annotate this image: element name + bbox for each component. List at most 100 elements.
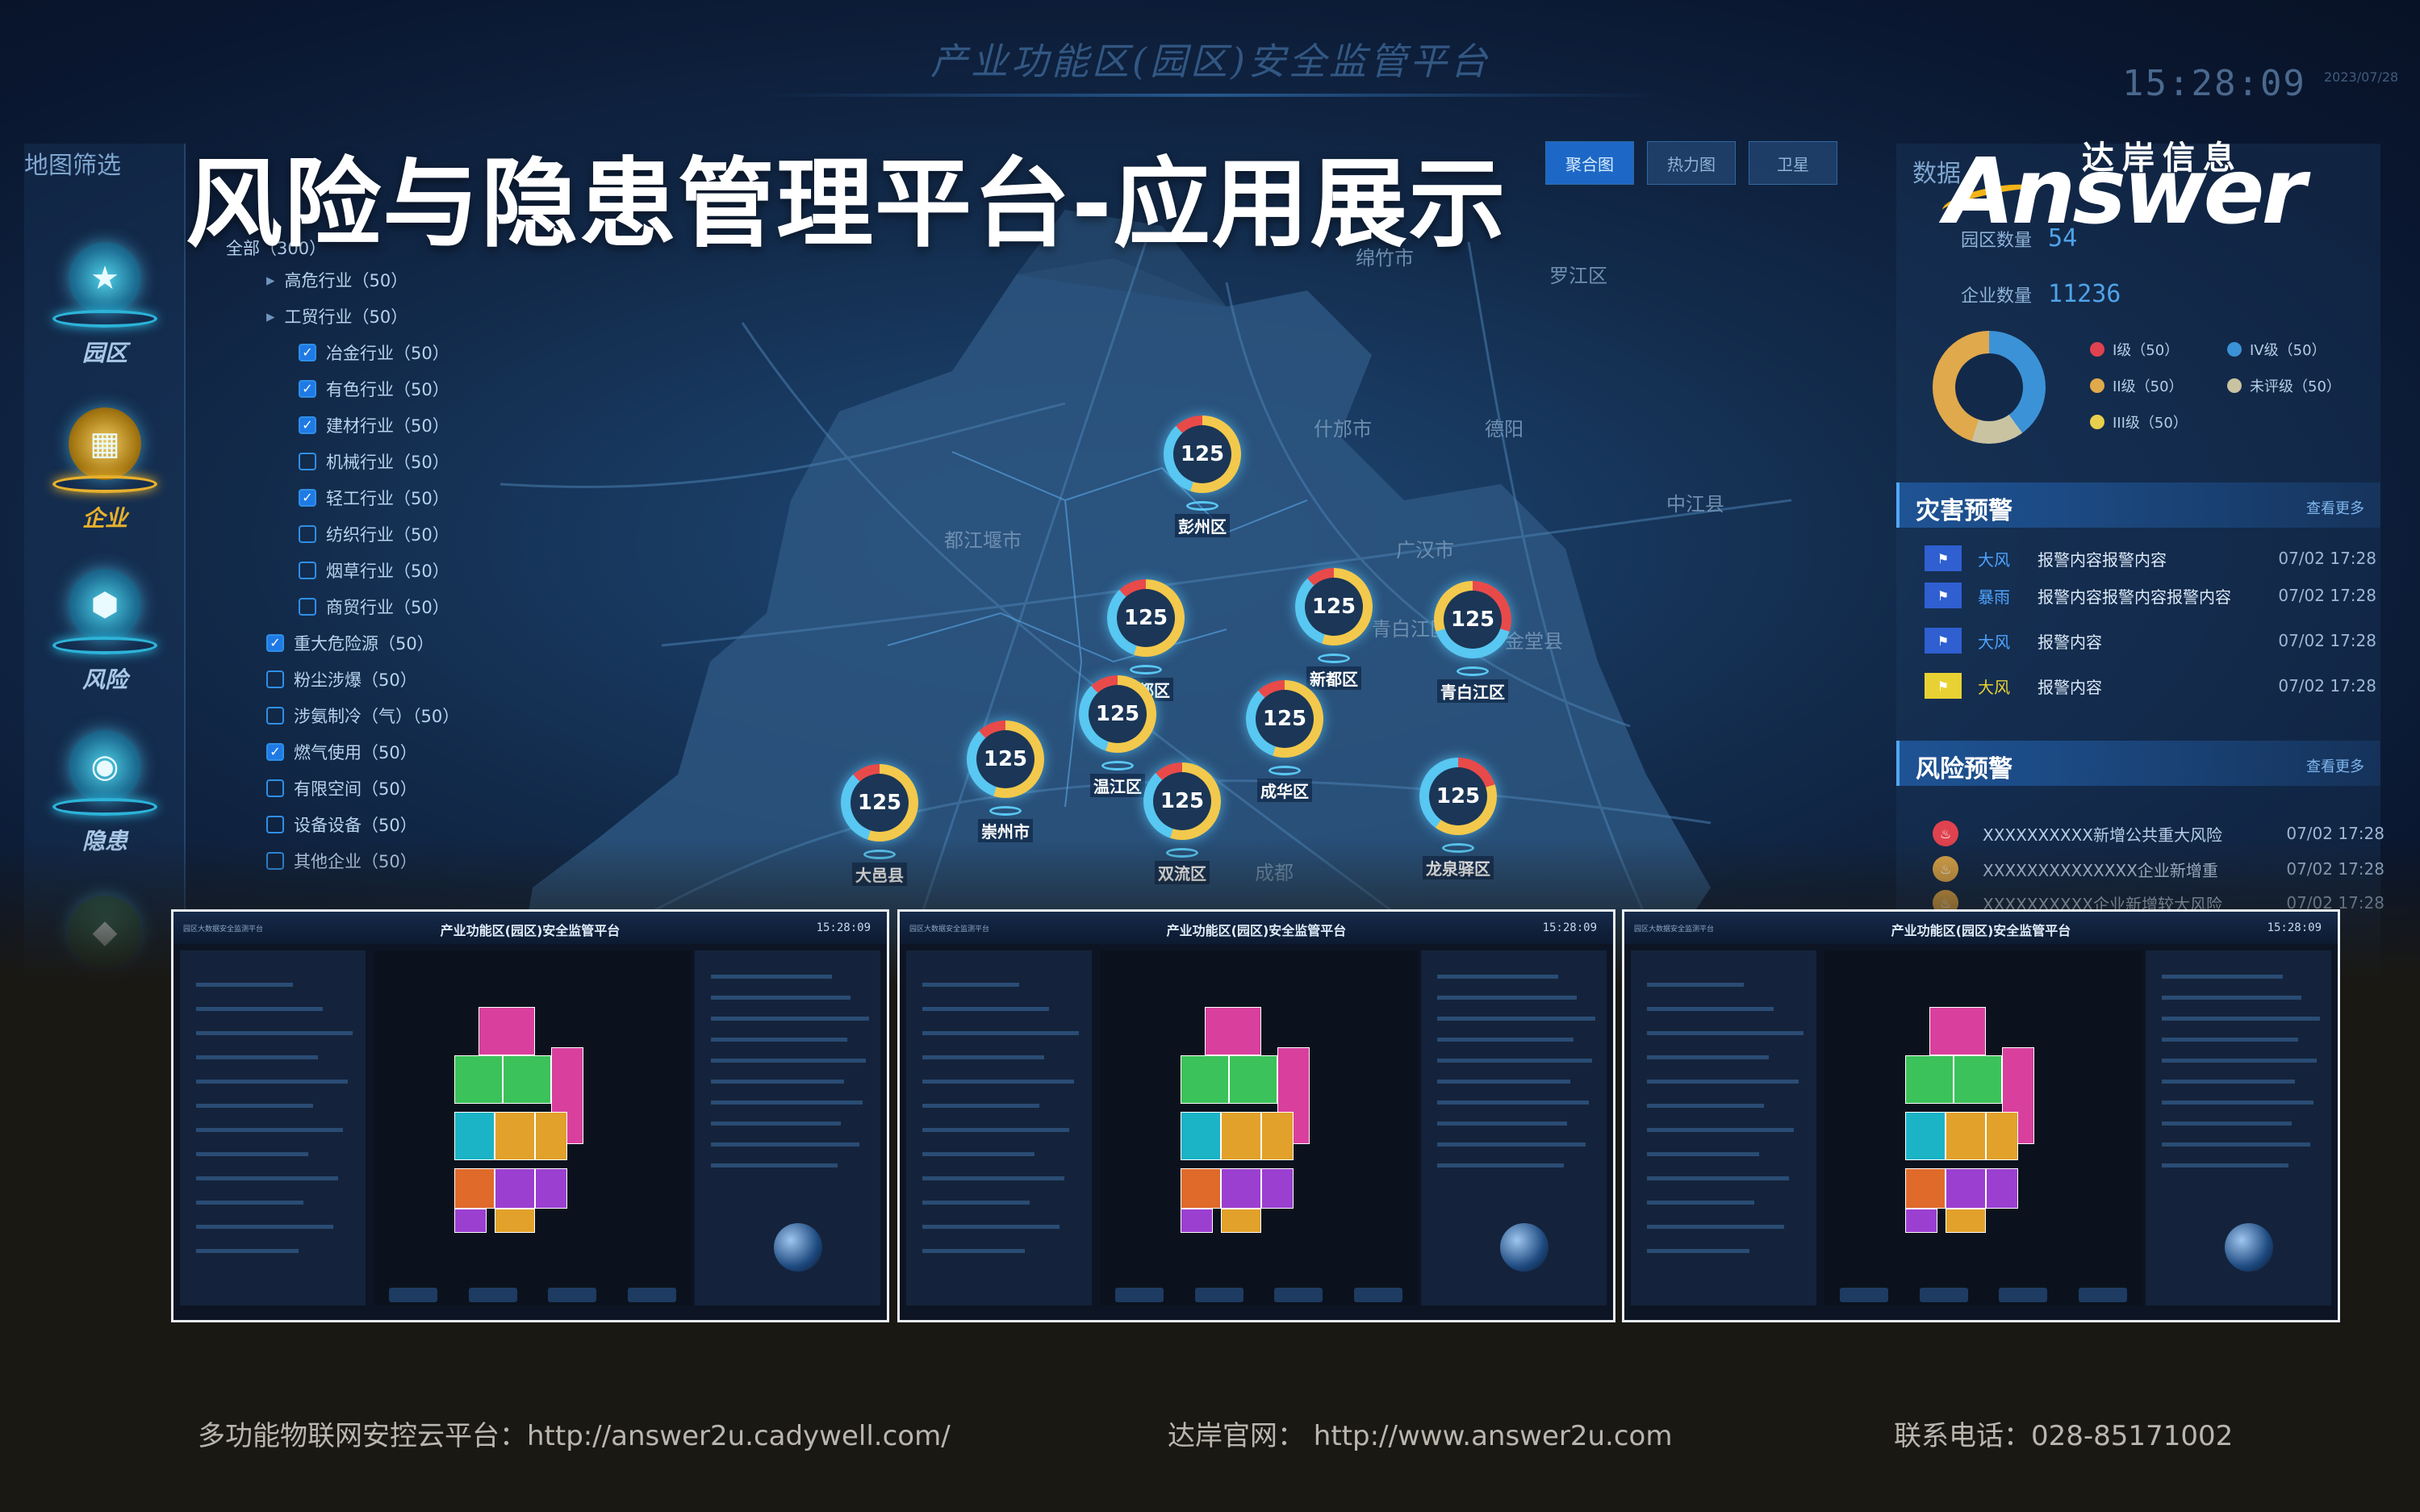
- map-zone: [1986, 1168, 2018, 1209]
- map-marker[interactable]: 125 双流区: [1142, 762, 1223, 884]
- filter-tree: 全部（300） ▸ 高危行业（50） ▸ 工贸行业（50） ✓ 冶金行业（50） ✓ 有色行业（…: [226, 234, 533, 879]
- risk-item[interactable]: ♨ XXXXXXXXXXXXXX企业新增重 07/02 17:28: [1933, 850, 2384, 888]
- tree-item[interactable]: 烟草行业（50）: [226, 552, 533, 588]
- legend-label: II级（50）: [2113, 378, 2184, 395]
- checkbox[interactable]: ✓: [299, 379, 316, 398]
- nav-more[interactable]: ◆: [48, 896, 161, 984]
- tree-item[interactable]: 涉氨制冷（气）（50）: [226, 697, 533, 733]
- disaster-item[interactable]: ⚑ 大风 报警内容报警内容 07/02 17:28: [1925, 539, 2376, 578]
- tree-item[interactable]: 机械行业（50）: [226, 443, 533, 479]
- dashboard-thumbnail[interactable]: 园区大数据安全监测平台 产业功能区(园区)安全监管平台 15:28:09: [1622, 909, 2340, 1322]
- tree-item[interactable]: 商贸行业（50）: [226, 588, 533, 624]
- legend-item: II级（50）: [2090, 375, 2184, 396]
- map-zone: [454, 1055, 503, 1104]
- checkbox[interactable]: [266, 670, 284, 688]
- tree-item[interactable]: ✓ 轻工行业（50）: [226, 479, 533, 516]
- tree-item[interactable]: ✓ 有色行业（50）: [226, 370, 533, 407]
- thumb-title: 产业功能区(园区)安全监管平台: [1166, 923, 1347, 938]
- tree-item[interactable]: ✓ 建材行业（50）: [226, 407, 533, 443]
- checkbox[interactable]: [299, 561, 316, 579]
- marker-label: 成华区: [1257, 779, 1312, 802]
- tab-satellite[interactable]: 卫星: [1749, 141, 1837, 185]
- text-line: [2162, 1038, 2298, 1042]
- legend-label: III级（50）: [2113, 415, 2188, 432]
- text-line: [1647, 1128, 1794, 1132]
- tree-item[interactable]: 粉尘涉爆（50）: [226, 661, 533, 697]
- checkbox[interactable]: ✓: [299, 343, 316, 361]
- checkbox[interactable]: [299, 524, 316, 543]
- footer-cloud-url[interactable]: 多功能物联网安控云平台：http://answer2u.cadywell.com…: [198, 1414, 951, 1453]
- tab-heatmap[interactable]: 热力图: [1647, 141, 1736, 185]
- map-marker[interactable]: 125 青白江区: [1432, 581, 1513, 703]
- checkbox[interactable]: ✓: [266, 633, 284, 652]
- map-marker[interactable]: 125 大邑县: [839, 764, 920, 886]
- text-line: [1437, 1080, 1570, 1084]
- checkbox[interactable]: [299, 452, 316, 470]
- tab-cluster[interactable]: 聚合图: [1545, 141, 1634, 185]
- text-line: [196, 983, 293, 987]
- checkbox[interactable]: [266, 851, 284, 870]
- hazard-icon: ⬢: [69, 569, 141, 641]
- legend-item: III级（50）: [2090, 411, 2188, 432]
- checkbox[interactable]: ✓: [299, 416, 316, 434]
- tree-item[interactable]: ✓ 重大危险源（50）: [226, 624, 533, 661]
- dashboard-thumbnail[interactable]: 园区大数据安全监测平台 产业功能区(园区)安全监管平台 15:28:09: [171, 909, 889, 1322]
- text-line: [1647, 1031, 1804, 1035]
- marker-ring: 125: [1107, 579, 1185, 657]
- nav-hazard[interactable]: ◉ 隐患: [48, 730, 161, 854]
- enterprise-count: 企业数量 11236: [1961, 280, 2121, 308]
- tree-item[interactable]: ✓ 燃气使用（50）: [226, 733, 533, 770]
- thumb-map: [1824, 950, 2142, 1305]
- disaster-item[interactable]: ⚑ 大风 报警内容 07/02 17:28: [1925, 621, 2376, 660]
- map-marker[interactable]: 125 崇州市: [965, 720, 1046, 842]
- map-region[interactable]: [500, 161, 1872, 984]
- text-line: [2162, 975, 2283, 979]
- marker-ring: 125: [1434, 581, 1511, 658]
- checkbox[interactable]: [266, 815, 284, 833]
- marker-base: [1457, 666, 1489, 676]
- view-more-link[interactable]: 查看更多: [2306, 497, 2364, 518]
- checkbox[interactable]: [266, 779, 284, 797]
- nav-enterprise[interactable]: ▦ 企业: [48, 407, 161, 532]
- marker-value: 125: [1305, 578, 1363, 636]
- expand-arrow-icon[interactable]: ▸: [266, 270, 275, 290]
- expand-arrow-icon[interactable]: ▸: [266, 307, 275, 326]
- tree-item[interactable]: ▸ 高危行业（50）: [226, 261, 533, 298]
- view-more-link[interactable]: 查看更多: [2306, 755, 2364, 776]
- nav-risk[interactable]: ⬢ 风险: [48, 569, 161, 693]
- disaster-item[interactable]: ⚑ 暴雨 报警内容报警内容报警内容 07/02 17:28: [1925, 576, 2376, 615]
- legend-dot: [2090, 342, 2104, 357]
- map-marker[interactable]: 125 成华区: [1244, 680, 1325, 802]
- map-marker[interactable]: 125 彭州区: [1162, 416, 1243, 537]
- checkbox[interactable]: ✓: [299, 488, 316, 507]
- checkbox[interactable]: [299, 597, 316, 616]
- risk-item[interactable]: ♨ XXXXXXXXXX新增公共重大风险 07/02 17:28: [1933, 815, 2384, 852]
- marker-label: 龙泉驿区: [1423, 856, 1494, 879]
- disaster-item[interactable]: ⚑ 大风 报警内容 07/02 17:28: [1925, 666, 2376, 705]
- map-zone: [495, 1209, 535, 1233]
- map-zone: [1221, 1112, 1261, 1160]
- tree-item[interactable]: 有限空间（50）: [226, 770, 533, 806]
- tree-item[interactable]: 其他企业（50）: [226, 842, 533, 879]
- dashboard-thumbnail[interactable]: 园区大数据安全监测平台 产业功能区(园区)安全监管平台 15:28:09: [897, 909, 1615, 1322]
- map-zone: [1905, 1112, 1946, 1160]
- checkbox[interactable]: [266, 706, 284, 725]
- tree-item[interactable]: 纺织行业（50）: [226, 516, 533, 552]
- nav-park[interactable]: ★ 园区: [48, 242, 161, 366]
- map-zone: [454, 1209, 487, 1233]
- text-line: [196, 1201, 303, 1205]
- company-logo: Answer 达岸信息: [1937, 125, 2306, 244]
- footer-site-url[interactable]: 达岸官网： http://www.answer2u.com: [1168, 1414, 1672, 1453]
- thumb-left-panel: [180, 950, 366, 1305]
- thumb-left-panel: [1631, 950, 1816, 1305]
- tree-item[interactable]: ▸ 工贸行业（50）: [226, 298, 533, 334]
- checkbox[interactable]: ✓: [266, 742, 284, 761]
- place-label: 成都: [1255, 862, 1294, 884]
- tree-item-label: 烟草行业（50）: [326, 561, 449, 581]
- map-marker[interactable]: 125 新都区: [1294, 568, 1374, 690]
- map-marker[interactable]: 125 龙泉驿区: [1418, 758, 1498, 879]
- tree-item[interactable]: ✓ 冶金行业（50）: [226, 334, 533, 370]
- legend-label: 未评级（50）: [2250, 378, 2341, 395]
- nav-ring: [52, 475, 157, 493]
- tree-item[interactable]: 设备设备（50）: [226, 806, 533, 842]
